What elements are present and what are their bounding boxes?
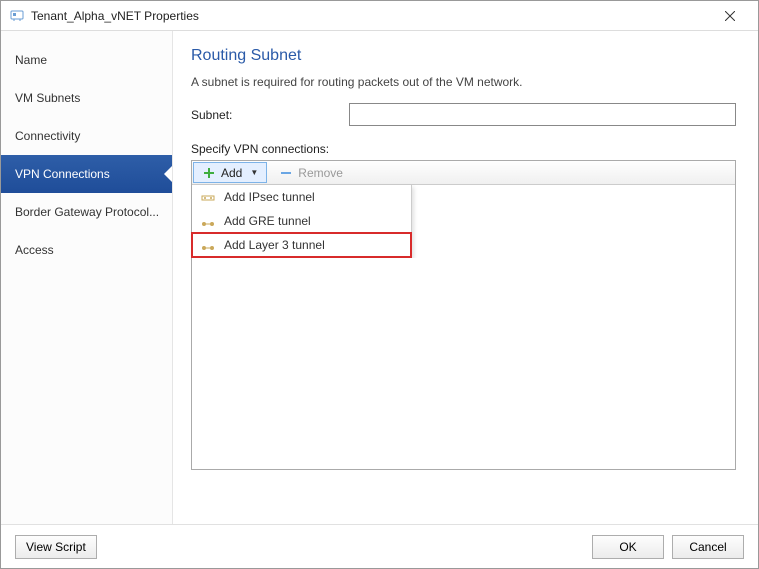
- dialog-footer: View Script OK Cancel: [1, 524, 758, 568]
- remove-button-label: Remove: [298, 166, 343, 180]
- dropdown-item-label: Add GRE tunnel: [224, 214, 311, 228]
- vpn-connections-list: Add ▼ Remove: [191, 160, 736, 470]
- subnet-label: Subnet:: [191, 108, 349, 122]
- sidebar-item-access[interactable]: Access: [1, 231, 172, 269]
- add-dropdown: Add IPsec tunnel Add GRE tunnel: [192, 185, 412, 258]
- body: Name VM Subnets Connectivity VPN Connect…: [1, 31, 758, 524]
- main-panel: Routing Subnet A subnet is required for …: [173, 31, 758, 524]
- sidebar-item-label: Name: [15, 53, 47, 67]
- sidebar-item-label: Connectivity: [15, 129, 80, 143]
- add-ipsec-tunnel[interactable]: Add IPsec tunnel: [192, 185, 411, 209]
- ipsec-tunnel-icon: [200, 189, 216, 205]
- specify-label: Specify VPN connections:: [191, 142, 736, 156]
- page-heading: Routing Subnet: [191, 47, 736, 65]
- view-script-label: View Script: [26, 540, 86, 554]
- sidebar: Name VM Subnets Connectivity VPN Connect…: [1, 31, 173, 524]
- add-button-label: Add: [221, 166, 242, 180]
- add-gre-tunnel[interactable]: Add GRE tunnel: [192, 209, 411, 233]
- sidebar-item-label: Border Gateway Protocol...: [15, 205, 159, 219]
- view-script-button[interactable]: View Script: [15, 535, 97, 559]
- app-icon: [9, 8, 25, 24]
- list-toolbar: Add ▼ Remove: [192, 161, 735, 185]
- chevron-down-icon: ▼: [250, 168, 258, 177]
- plus-icon: [202, 166, 216, 180]
- l3-tunnel-icon: [200, 237, 216, 253]
- ok-button[interactable]: OK: [592, 535, 664, 559]
- subnet-input[interactable]: [349, 103, 736, 126]
- dialog-window: Tenant_Alpha_vNET Properties Name VM Sub…: [0, 0, 759, 569]
- ok-label: OK: [619, 540, 636, 554]
- cancel-label: Cancel: [689, 540, 726, 554]
- cancel-button[interactable]: Cancel: [672, 535, 744, 559]
- sidebar-item-label: Access: [15, 243, 54, 257]
- sidebar-item-vpn-connections[interactable]: VPN Connections: [1, 155, 172, 193]
- gre-tunnel-icon: [200, 213, 216, 229]
- list-body: [192, 258, 735, 469]
- sidebar-item-label: VPN Connections: [15, 167, 110, 181]
- dropdown-item-label: Add IPsec tunnel: [224, 190, 315, 204]
- sidebar-item-vm-subnets[interactable]: VM Subnets: [1, 79, 172, 117]
- close-icon: [725, 11, 735, 21]
- remove-button[interactable]: Remove: [271, 161, 351, 184]
- sidebar-item-connectivity[interactable]: Connectivity: [1, 117, 172, 155]
- add-layer3-tunnel[interactable]: Add Layer 3 tunnel: [192, 233, 411, 257]
- sidebar-item-bgp[interactable]: Border Gateway Protocol...: [1, 193, 172, 231]
- minus-icon: [279, 166, 293, 180]
- subnet-row: Subnet:: [191, 103, 736, 126]
- add-button[interactable]: Add ▼: [193, 162, 267, 183]
- sidebar-item-label: VM Subnets: [15, 91, 80, 105]
- dropdown-item-label: Add Layer 3 tunnel: [224, 238, 325, 252]
- window-title: Tenant_Alpha_vNET Properties: [31, 9, 710, 23]
- page-description: A subnet is required for routing packets…: [191, 75, 736, 89]
- titlebar: Tenant_Alpha_vNET Properties: [1, 1, 758, 31]
- close-button[interactable]: [710, 2, 750, 30]
- sidebar-item-name[interactable]: Name: [1, 41, 172, 79]
